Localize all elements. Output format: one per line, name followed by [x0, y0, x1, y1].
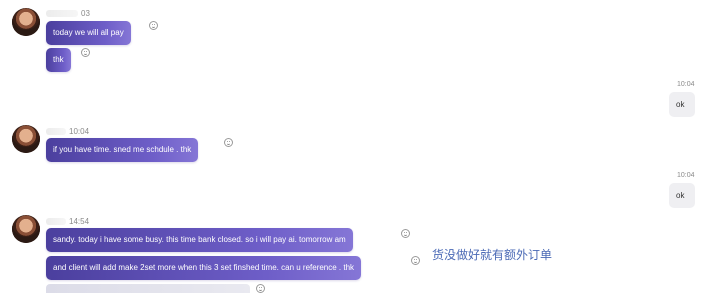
avatar[interactable]	[12, 8, 40, 36]
sender-meta: 03	[46, 9, 90, 18]
outgoing-message-bubble[interactable]: ok	[669, 183, 695, 208]
message-text: ok	[676, 100, 685, 109]
blurred-sender-name	[46, 128, 66, 136]
emoji-reaction-icon[interactable]	[149, 21, 158, 30]
blurred-sender-name	[46, 218, 66, 226]
blurred-sender-name	[46, 10, 78, 18]
message-text: thk	[53, 55, 64, 64]
message-time: 03	[81, 9, 90, 18]
incoming-message-bubble[interactable]: if you have time. sned me schdule . thk	[46, 138, 199, 162]
sender-meta: 14:54	[46, 217, 89, 226]
emoji-reaction-icon[interactable]	[401, 229, 410, 238]
message-time: 10:04	[677, 81, 695, 88]
partial-message-bubble[interactable]	[46, 284, 250, 293]
annotation-text: 货没做好就有额外订单	[432, 248, 553, 262]
message-text: today we will all pay	[53, 28, 124, 37]
incoming-message-bubble[interactable]: thk	[46, 48, 71, 72]
emoji-reaction-icon[interactable]	[411, 256, 420, 265]
emoji-reaction-icon[interactable]	[81, 48, 90, 57]
incoming-message-bubble[interactable]: sandy. today i have some busy. this time…	[46, 228, 353, 252]
message-text: and client will add make 2set more when …	[53, 263, 355, 272]
message-time: 14:54	[69, 217, 90, 226]
avatar[interactable]	[12, 215, 40, 243]
avatar[interactable]	[12, 125, 40, 153]
incoming-message-bubble[interactable]: and client will add make 2set more when …	[46, 256, 362, 280]
message-time: 10:04	[69, 127, 90, 136]
outgoing-message-bubble[interactable]: ok	[669, 92, 695, 117]
message-text: if you have time. sned me schdule . thk	[53, 145, 192, 154]
emoji-reaction-icon[interactable]	[224, 138, 233, 147]
message-text: sandy. today i have some busy. this time…	[53, 235, 346, 244]
emoji-reaction-icon[interactable]	[256, 284, 265, 293]
sender-meta: 10:04	[46, 127, 89, 136]
message-time: 10:04	[677, 172, 695, 179]
incoming-message-bubble[interactable]: today we will all pay	[46, 21, 131, 45]
message-text: ok	[676, 191, 685, 200]
